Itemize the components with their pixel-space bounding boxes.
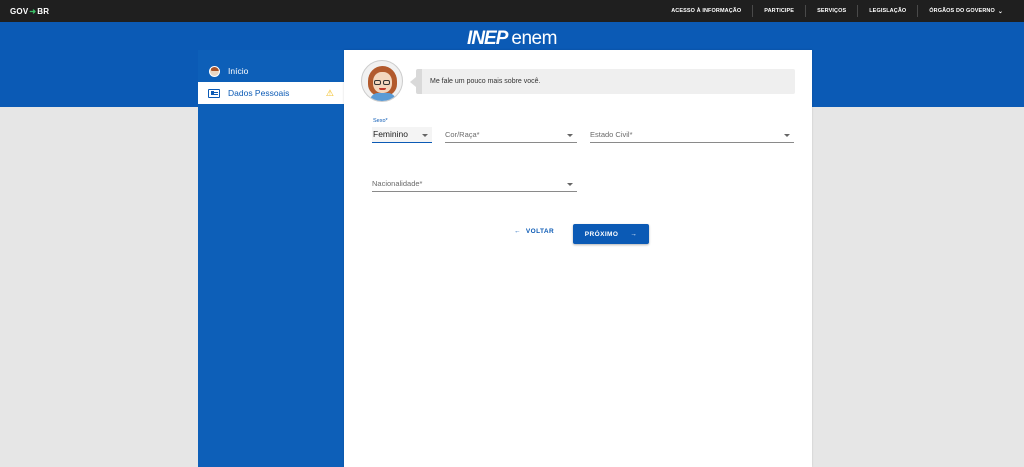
sidebar: Início Dados Pessoais ⚠	[198, 50, 344, 467]
next-button-label: PRÓXIMO	[584, 230, 619, 238]
nacionalidade-label: Nacionalidade*	[372, 179, 423, 188]
chat-message: Me fale um pouco mais sobre você.	[430, 78, 541, 85]
govbr-arrow-icon: ➜	[29, 6, 37, 16]
dropdown-caret-icon	[567, 183, 573, 186]
dropdown-caret-icon	[567, 134, 573, 137]
sidebar-item-inicio[interactable]: Início	[198, 60, 344, 82]
nav-legislacao[interactable]: LEGISLAÇÃO	[857, 5, 917, 17]
chevron-down-icon: ⌄	[997, 8, 1003, 15]
nav-servicos[interactable]: SERVIÇOS	[805, 5, 857, 17]
sexo-label: Sexo*	[373, 118, 388, 124]
nav-orgaos-label: ÓRGÃOS DO GOVERNO	[929, 8, 995, 14]
back-button-label: VOLTAR	[525, 228, 555, 235]
dropdown-caret-icon	[422, 134, 428, 137]
form-panel: Me fale um pouco mais sobre você. Sexo* …	[344, 50, 812, 467]
assistant-avatar	[361, 60, 403, 102]
inep-enem-logo: INEP enem	[0, 28, 1024, 50]
gov-nav: ACESSO À INFORMAÇÃO PARTICIPE SERVIÇOS L…	[660, 0, 1014, 22]
sidebar-item-label: Dados Pessoais	[228, 88, 290, 98]
chat-bubble: Me fale um pouco mais sobre você.	[410, 69, 795, 94]
user-avatar-icon	[208, 65, 220, 77]
sidebar-item-label: Início	[228, 66, 249, 76]
sexo-select[interactable]: Sexo* Feminino	[372, 118, 432, 143]
estado-civil-label: Estado Civil*	[590, 130, 633, 139]
arrow-right-icon: →	[630, 230, 638, 238]
nav-acesso-informacao[interactable]: ACESSO À INFORMAÇÃO	[660, 5, 752, 17]
nav-orgaos-governo[interactable]: ÓRGÃOS DO GOVERNO ⌄	[917, 5, 1014, 17]
estado-civil-select[interactable]: Estado Civil*	[590, 127, 794, 143]
logo-enem: enem	[511, 28, 557, 49]
back-button[interactable]: ← VOLTAR	[514, 228, 554, 235]
nav-participe[interactable]: PARTICIPE	[752, 5, 805, 17]
sexo-value: Feminino	[373, 129, 408, 139]
logo-inep: INEP	[467, 28, 508, 49]
govbr-logo[interactable]: GOV ➜ BR	[10, 7, 49, 16]
sidebar-item-dados-pessoais[interactable]: Dados Pessoais ⚠	[198, 82, 344, 104]
cor-raca-select[interactable]: Cor/Raça*	[445, 127, 577, 143]
id-card-icon	[208, 87, 220, 99]
warning-icon: ⚠	[325, 88, 334, 98]
arrow-left-icon: ←	[514, 228, 521, 235]
next-button[interactable]: PRÓXIMO →	[573, 224, 649, 244]
nacionalidade-select[interactable]: Nacionalidade*	[372, 176, 577, 192]
gov-bar: GOV ➜ BR ACESSO À INFORMAÇÃO PARTICIPE S…	[0, 0, 1024, 22]
dropdown-caret-icon	[784, 134, 790, 137]
cor-raca-label: Cor/Raça*	[445, 130, 480, 139]
